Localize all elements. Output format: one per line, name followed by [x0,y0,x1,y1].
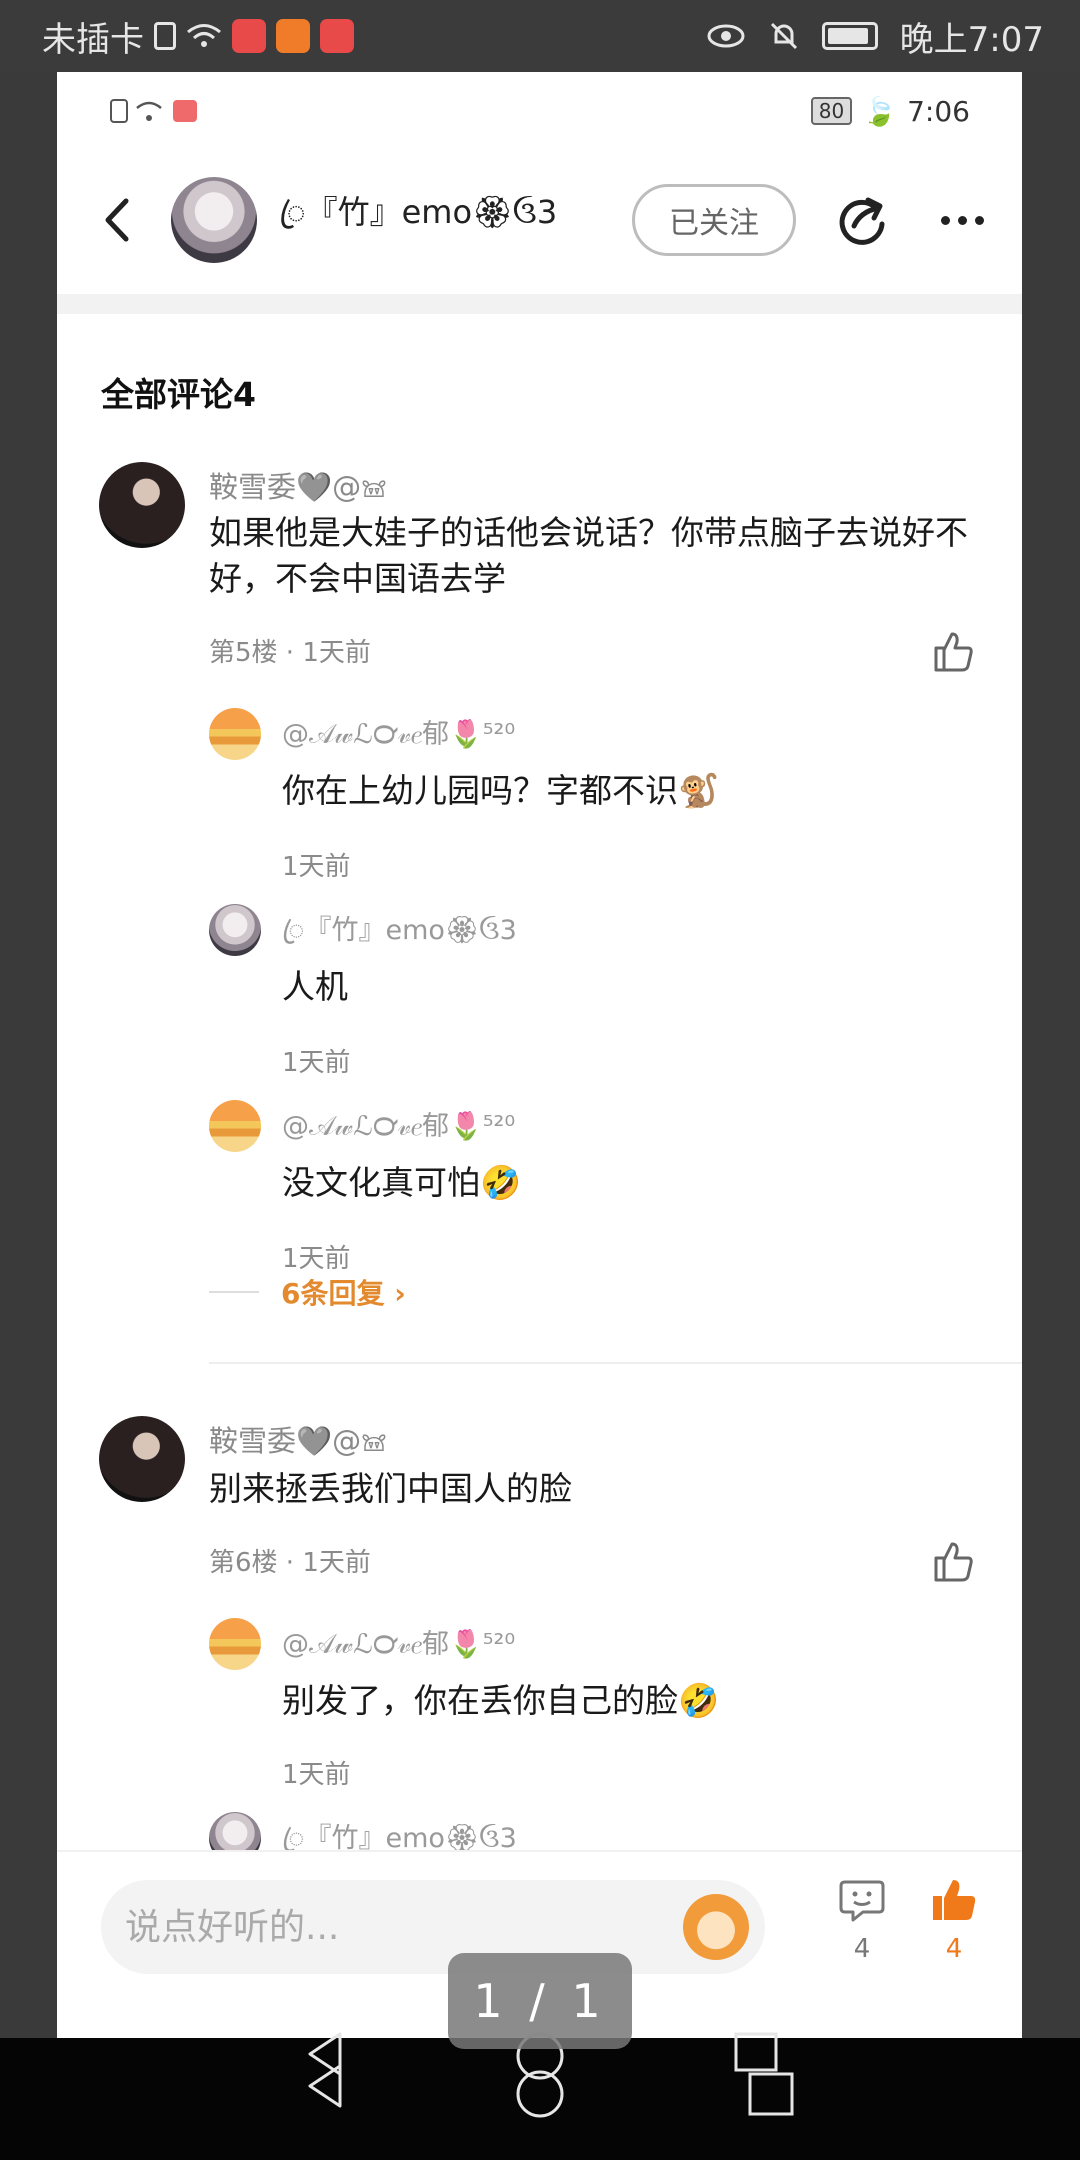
header-divider [57,294,1022,314]
reply-time: 1天前 [282,1760,351,1790]
comment-meta: 第6楼 · 1天前 [209,1548,371,1578]
thumbs-up-filled-icon [933,1880,976,1920]
nav-back-icon[interactable] [300,2030,360,2110]
outer-status-bar: 未插卡 晚上7:07 [0,0,1080,72]
more-replies-link[interactable]: 6条回复 › [209,1272,406,1312]
commenter-name[interactable]: 鞍雪委🩶@𖠌 [209,464,387,506]
author-avatar[interactable] [171,177,257,263]
comment-input[interactable] [125,1906,645,1948]
replier-name[interactable]: ꦿ『竹』emo🏵ઉ3 [282,908,517,964]
reply-text: 别发了，你在丢你自己的脸🤣 [282,1681,720,1720]
comment-input-container[interactable] [101,1880,765,1974]
more-replies-label[interactable]: 6条回复 › [281,1272,406,1312]
app-screen: 80 🍃 7:06 ꦿ『竹』emo🏵ઉ3 已关注 全部评论4 鞍雪委🩶@𖠌 如果… [57,72,1022,2110]
comment-meta: 第5楼 · 1天前 [209,638,371,668]
inner-battery: 80 [810,97,853,125]
like-count-button[interactable]: 4 [919,1876,989,1964]
commenter-avatar[interactable] [99,1416,185,1502]
thumbs-up-icon[interactable] [930,1538,976,1584]
more-replies-line [209,1291,259,1293]
thumbs-up-icon[interactable] [930,628,976,674]
inner-time: 7:06 [907,94,970,128]
comment-text: 别来拯丢我们中国人的脸 [209,1469,572,1508]
author-name[interactable]: ꦿ『竹』emo🏵ઉ3 [279,187,632,253]
back-arrow-icon[interactable] [87,190,147,250]
nav-recents-icon[interactable] [732,2030,798,2120]
inner-status-bar: 80 🍃 7:06 [57,72,1022,150]
like-count: 4 [945,1934,963,1964]
reply-text: 你在上幼儿园吗？字都不识🐒 [282,771,720,810]
follow-button[interactable]: 已关注 [632,184,796,256]
comments-title: 全部评论4 [101,375,256,414]
comment-count-button[interactable]: 4 [827,1876,897,1964]
replier-avatar[interactable] [209,904,261,956]
replier-name[interactable]: @𝒜𝓌ℒ℺𝓋𝑒郁🌷⁵²⁰ [282,1622,515,1661]
page-indicator: 1 / 1 [448,1953,632,2049]
replier-avatar[interactable] [209,1618,261,1670]
commenter-name[interactable]: 鞍雪委🩶@𖠌 [209,1418,387,1460]
commenter-avatar[interactable] [99,462,185,548]
reply-text: 没文化真可怕🤣 [282,1163,522,1202]
replier-avatar[interactable] [209,708,261,760]
post-header: ꦿ『竹』emo🏵ઉ3 已关注 [57,150,1022,290]
comment-separator [209,1362,1022,1364]
comment-bubble-icon [839,1880,885,1922]
eye-icon [707,24,745,48]
leaf-icon: 🍃 [862,94,898,128]
reply-time: 1天前 [282,1244,351,1274]
replier-name[interactable]: @𝒜𝓌ℒ℺𝓋𝑒郁🌷⁵²⁰ [282,1104,515,1143]
carrier-label: 未插卡 [42,19,144,60]
bell-muted-icon [770,22,797,50]
sim-alert-icon [154,22,176,50]
huawei-app-icon [232,19,266,53]
wifi-icon [187,24,221,47]
battery-icon [821,22,878,50]
reply-text: 人机 [282,967,348,1006]
emoji-sticker-icon[interactable] [683,1894,749,1960]
comment-count: 4 [853,1934,871,1964]
signal-icons [110,99,197,123]
outer-time: 晚上7:07 [899,19,1044,60]
replier-avatar[interactable] [209,1100,261,1152]
comment-text: 如果他是大娃子的话他会说话？你带点脑子去说好不好，不会中国语去学 [209,513,968,598]
video-app-icon [276,19,310,53]
share-icon[interactable] [832,190,892,250]
replier-name[interactable]: @𝒜𝓌ℒ℺𝓋𝑒郁🌷⁵²⁰ [282,712,515,751]
huawei-app-icon-2 [320,19,354,53]
reply-time: 1天前 [282,1048,351,1078]
reply-time: 1天前 [282,852,351,882]
more-options-icon[interactable] [932,190,992,250]
